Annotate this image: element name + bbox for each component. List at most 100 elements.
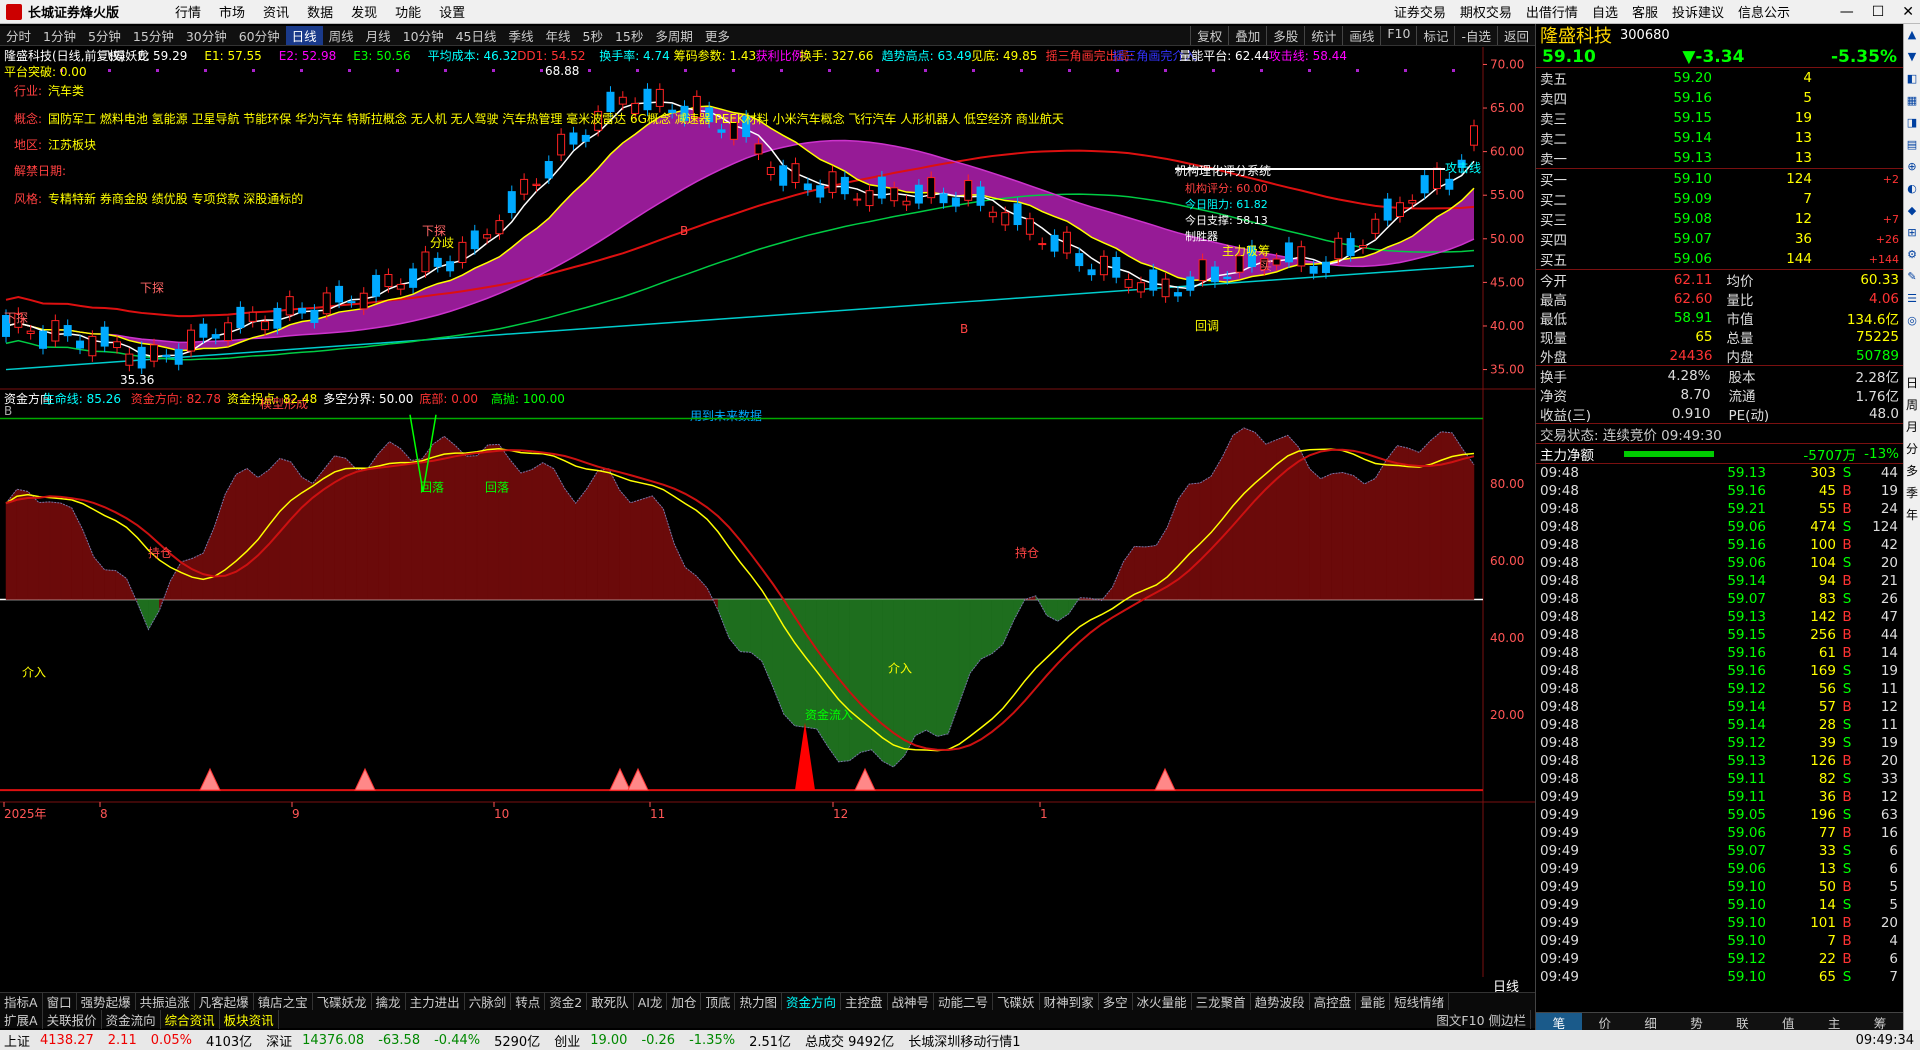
chart-area[interactable]: 70.00 65.00 60.00 55.00 50.00 45.00 40.00 35.00… <box>0 47 1535 977</box>
period-tab[interactable]: 30分钟 <box>180 26 233 45</box>
tool-button[interactable]: 画线 <box>1342 26 1380 45</box>
tool-button[interactable]: 标记 <box>1416 26 1454 45</box>
period-tab[interactable]: 15秒 <box>609 26 649 45</box>
menu-item[interactable]: 设置 <box>439 6 465 21</box>
indicator-tab[interactable]: 主力进出 <box>406 992 465 1011</box>
minimize-icon[interactable]: — <box>1840 4 1854 20</box>
indicator-tab[interactable]: 飞碟妖 <box>993 992 1040 1011</box>
menu-item[interactable]: 数据 <box>307 6 333 21</box>
tick-list[interactable]: 09:48 59.13 303 S 44 09:48 59.16 45 B 19 09:48 59.2… <box>1536 463 1903 986</box>
period-tab[interactable]: 15分钟 <box>127 26 180 45</box>
ask-row[interactable]: 卖二 59.14 13 <box>1536 128 1903 148</box>
f10-sidebar-link[interactable]: 图文F10 侧边栏 <box>1432 1009 1531 1029</box>
period-tab[interactable]: 周线 <box>323 26 360 45</box>
tool-button[interactable]: 返回 <box>1496 26 1535 45</box>
panel-tab[interactable]: 主 <box>1811 1013 1857 1031</box>
indicator-tab[interactable]: AI龙 <box>634 992 668 1011</box>
side-tool-icon[interactable]: ⊕ <box>1904 156 1920 178</box>
period-tab[interactable]: 日线 <box>285 26 323 45</box>
ask-row[interactable]: 卖三 59.15 19 <box>1536 108 1903 128</box>
indicator-tab[interactable]: 擒龙 <box>372 992 406 1011</box>
side-period-button[interactable]: 周 <box>1904 394 1920 416</box>
bid-row[interactable]: 买三 59.08 12 +7 <box>1536 209 1903 229</box>
extension-tab[interactable]: 板块资讯 <box>220 1009 279 1029</box>
sh-index-label[interactable]: 上证 <box>4 1031 30 1050</box>
right-menu-item[interactable]: 投诉建议 <box>1672 2 1724 21</box>
period-tab[interactable]: 多周期 <box>649 26 699 45</box>
panel-tab[interactable]: 势 <box>1674 1013 1720 1031</box>
indicator-tab[interactable]: 战神号 <box>888 992 935 1011</box>
tool-button[interactable]: 复权 <box>1190 26 1228 45</box>
bid-row[interactable]: 买五 59.06 144 +144 <box>1536 249 1903 269</box>
period-tab[interactable]: 10分钟 <box>397 26 450 45</box>
right-menu-item[interactable]: 信息公示 <box>1738 2 1790 21</box>
indicator-tab[interactable]: 镇店之宝 <box>254 992 313 1011</box>
side-tool-icon[interactable]: ⚙ <box>1904 244 1920 266</box>
panel-tab[interactable]: 价 <box>1582 1013 1628 1031</box>
side-tool-icon[interactable]: ▦ <box>1904 90 1920 112</box>
indicator-tab[interactable]: 资金2 <box>545 992 588 1011</box>
side-tool-icon[interactable]: ◨ <box>1904 112 1920 134</box>
right-menu-item[interactable]: 自选 <box>1592 2 1618 21</box>
period-tab[interactable]: 月线 <box>360 26 397 45</box>
extension-tab[interactable]: 资金流向 <box>102 1009 161 1029</box>
maximize-icon[interactable]: ☐ <box>1872 4 1885 20</box>
menu-item[interactable]: 发现 <box>351 6 377 21</box>
side-tool-icon[interactable]: ◐ <box>1904 178 1920 200</box>
indicator-tab[interactable]: 资金方向 <box>782 992 841 1011</box>
bid-row[interactable]: 买二 59.09 7 <box>1536 189 1903 209</box>
side-period-button[interactable]: 日 <box>1904 372 1920 394</box>
panel-tab[interactable]: 筹 <box>1857 1013 1903 1031</box>
sz-index-label[interactable]: 深证 <box>266 1031 292 1050</box>
tool-button[interactable]: 多股 <box>1266 26 1304 45</box>
extension-tab[interactable]: 扩展A <box>0 1009 43 1029</box>
panel-tab[interactable]: 值 <box>1765 1013 1811 1031</box>
tool-button[interactable]: 叠加 <box>1228 26 1266 45</box>
menu-item[interactable]: 功能 <box>395 6 421 21</box>
indicator-tab[interactable]: 共振追涨 <box>136 992 195 1011</box>
side-tool-icon[interactable]: ✎ <box>1904 266 1920 288</box>
bid-row[interactable]: 买一 59.10 124 +2 <box>1536 169 1903 189</box>
indicator-tab[interactable]: 趋势波段 <box>1251 992 1310 1011</box>
period-tab[interactable]: 分时 <box>0 26 37 45</box>
side-period-button[interactable]: 分 <box>1904 438 1920 460</box>
indicator-tab[interactable]: 六脉剑 <box>465 992 512 1011</box>
extension-tab[interactable]: 关联报价 <box>43 1009 102 1029</box>
side-period-button[interactable]: 年 <box>1904 504 1920 526</box>
kline-chart[interactable]: 70.00 65.00 60.00 55.00 50.00 45.00 40.00 35.00… <box>0 47 1535 977</box>
ask-row[interactable]: 卖五 59.20 4 <box>1536 68 1903 88</box>
menu-item[interactable]: 市场 <box>219 6 245 21</box>
indicator-tab[interactable]: 冰火量能 <box>1133 992 1192 1011</box>
feed-name[interactable]: 长城深圳移动行情1 <box>908 1031 1020 1050</box>
side-tool-icon[interactable]: ☰ <box>1904 288 1920 310</box>
extension-tab[interactable]: 综合资讯 <box>161 1009 220 1029</box>
side-period-button[interactable]: 季 <box>1904 482 1920 504</box>
indicator-tab[interactable]: 财神到家 <box>1040 992 1099 1011</box>
menu-item[interactable]: 行情 <box>175 6 201 21</box>
right-menu-item[interactable]: 出借行情 <box>1526 2 1578 21</box>
side-tool-icon[interactable]: ◆ <box>1904 200 1920 222</box>
period-tab[interactable]: 5分钟 <box>82 26 127 45</box>
ask-row[interactable]: 卖四 59.16 5 <box>1536 88 1903 108</box>
side-tool-icon[interactable]: ◧ <box>1904 68 1920 90</box>
period-tab[interactable]: 60分钟 <box>233 26 286 45</box>
indicator-tab[interactable]: 窗口 <box>43 992 77 1011</box>
indicator-tab[interactable]: 飞碟妖龙 <box>313 992 372 1011</box>
panel-tab[interactable]: 笔 <box>1536 1013 1582 1031</box>
panel-tab[interactable]: 细 <box>1628 1013 1674 1031</box>
indicator-tab[interactable]: 高控盘 <box>1310 992 1357 1011</box>
indicator-tab[interactable]: 三龙聚首 <box>1192 992 1251 1011</box>
right-menu-item[interactable]: 证券交易 <box>1394 2 1446 21</box>
indicator-tab[interactable]: 动能二号 <box>934 992 994 1011</box>
indicator-tab[interactable]: 热力图 <box>735 992 782 1011</box>
indicator-tab[interactable]: 强势起爆 <box>77 992 136 1011</box>
cy-index-label[interactable]: 创业 <box>554 1031 580 1050</box>
close-icon[interactable]: ✕ <box>1902 4 1914 20</box>
period-tab[interactable]: 45日线 <box>450 26 503 45</box>
side-period-button[interactable]: 月 <box>1904 416 1920 438</box>
indicator-tab[interactable]: 多空 <box>1099 992 1133 1011</box>
side-tool-icon[interactable]: ▲ <box>1904 24 1920 46</box>
indicator-tab[interactable]: 主控盘 <box>841 992 888 1011</box>
period-tab[interactable]: 1分钟 <box>37 26 82 45</box>
indicator-tab[interactable]: 指标A <box>0 992 43 1011</box>
